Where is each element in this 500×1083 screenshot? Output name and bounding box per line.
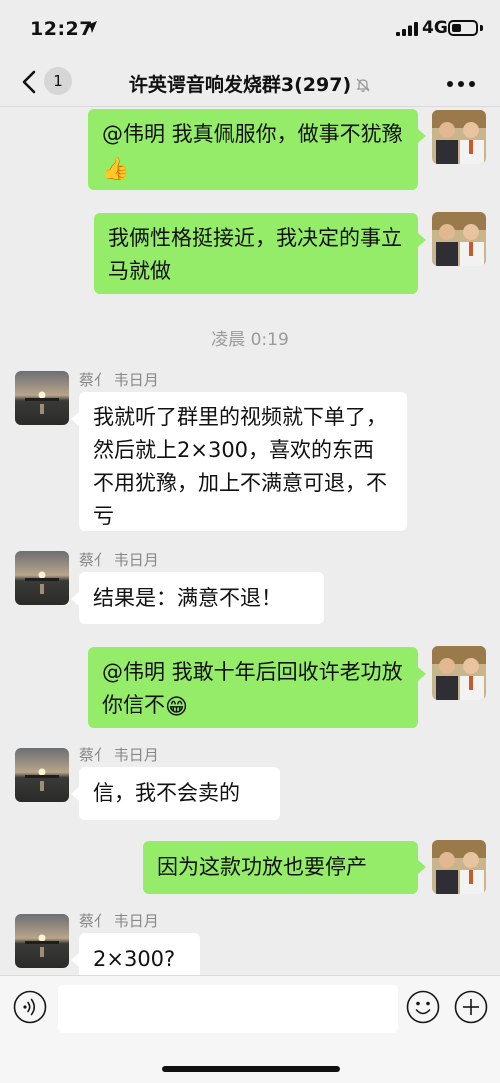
sunset-photo-icon [15, 371, 69, 425]
member-count: 3(297) [280, 74, 352, 96]
avatar[interactable] [432, 110, 486, 164]
signal-bars-icon [396, 22, 418, 36]
message-timestamp: 凌晨 0:19 [211, 330, 289, 350]
battery-icon [448, 20, 478, 36]
people-photo-icon [432, 212, 486, 266]
thumbs-up-emoji: 👍 [102, 157, 130, 182]
avatar[interactable] [15, 748, 69, 802]
grin-emoji: 😁 [165, 695, 188, 720]
group-name: 许英谔音响发烧群 [128, 74, 281, 96]
home-indicator[interactable] [162, 1066, 340, 1072]
plus-circle-icon[interactable] [454, 990, 488, 1024]
message-input[interactable] [58, 985, 398, 1033]
sunset-photo-icon [15, 551, 69, 605]
avatar[interactable] [432, 212, 486, 266]
people-photo-icon [432, 646, 486, 700]
message-bubble[interactable]: 因为这款功放也要停产 [143, 841, 418, 894]
chevron-left-icon[interactable] [16, 68, 44, 96]
message-bubble[interactable]: 信，我不会卖的 [79, 767, 280, 820]
smiley-icon[interactable] [406, 990, 440, 1024]
message-bubble[interactable]: 2×300? [79, 933, 200, 975]
ellipsis-icon[interactable] [446, 80, 476, 88]
avatar[interactable] [15, 371, 69, 425]
avatar[interactable] [432, 840, 486, 894]
sender-name: 蔡亻 韦日月 [79, 746, 159, 764]
message-list[interactable]: @伟明 我真佩服你，做事不犹豫👍 我俩性格挺接近，我决定的事立马就做 凌晨 0: [0, 107, 500, 975]
sender-name: 蔡亻 韦日月 [79, 912, 159, 930]
message-bubble[interactable]: 我就听了群里的视频就下单了，然后就上2×300，喜欢的东西不用犹豫，加上不满意可… [79, 392, 407, 531]
sunset-photo-icon [15, 914, 69, 968]
chat-title[interactable]: 许英谔音响发烧群3(297) [100, 70, 400, 97]
message-bubble[interactable]: 我俩性格挺接近，我决定的事立马就做 [94, 213, 418, 294]
sender-name: 蔡亻 韦日月 [79, 551, 159, 569]
people-photo-icon [432, 840, 486, 894]
message-bubble[interactable]: @伟明 我真佩服你，做事不犹豫👍 [88, 109, 418, 190]
message-bubble[interactable]: 结果是：满意不退！ [79, 572, 324, 624]
bell-off-icon [356, 78, 370, 92]
avatar[interactable] [15, 914, 69, 968]
people-photo-icon [432, 110, 486, 164]
voice-icon[interactable] [13, 990, 47, 1024]
sunset-photo-icon [15, 748, 69, 802]
avatar[interactable] [432, 646, 486, 700]
location-arrow-icon [85, 21, 97, 33]
status-bar: 12:27 4G [0, 0, 500, 58]
message-bubble[interactable]: @伟明 我敢十年后回收许老功放你信不😁 [88, 647, 418, 728]
unread-badge[interactable]: 1 [44, 67, 72, 95]
sender-name: 蔡亻 韦日月 [79, 371, 159, 389]
chat-header: 1 许英谔音响发烧群3(297) [0, 58, 500, 107]
network-type: 4G [422, 18, 448, 38]
avatar[interactable] [15, 551, 69, 605]
